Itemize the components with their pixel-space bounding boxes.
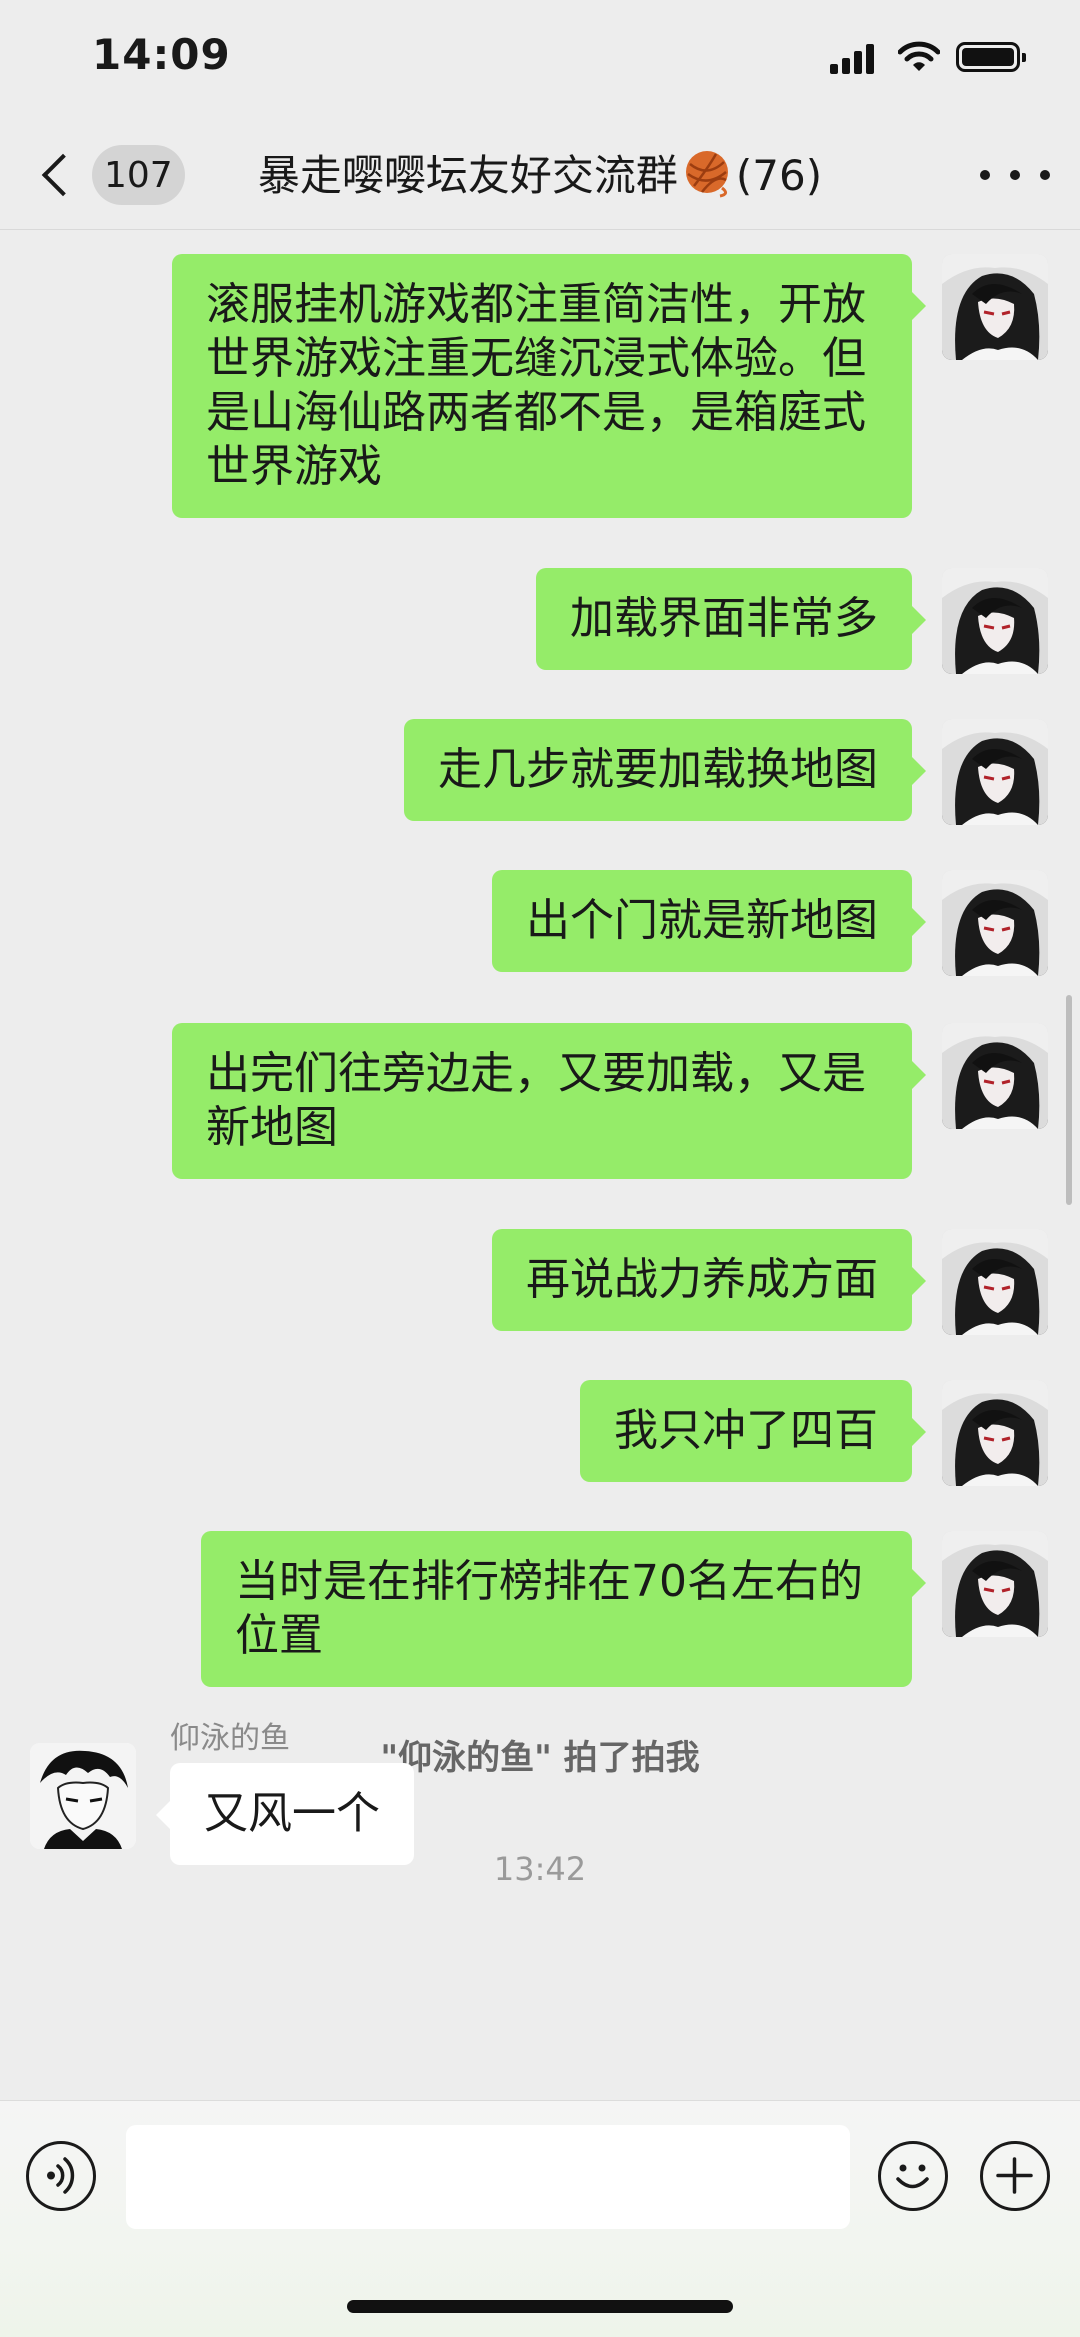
pat-notice: "仰泳的鱼" 拍了拍我 <box>0 1730 1080 1779</box>
message-outgoing: 走几步就要加载换地图 <box>404 719 1048 825</box>
status-bar: 14:09 <box>0 0 1080 120</box>
chevron-left-icon <box>41 153 85 197</box>
message-outgoing: 滚服挂机游戏都注重简洁性，开放世界游戏注重无缝沉浸式体验。但是山海仙路两者都不是… <box>172 254 1048 518</box>
pat-action: 拍了拍我 <box>551 1738 700 1778</box>
message-bubble[interactable]: 当时是在排行榜排在70名左右的位置 <box>201 1531 926 1687</box>
message-bubble[interactable]: 再说战力养成方面 <box>492 1229 926 1331</box>
my-avatar[interactable] <box>942 254 1048 360</box>
chat-title-text: 暴走嘤嘤坛友好交流群 <box>257 151 678 200</box>
my-avatar[interactable] <box>942 1229 1048 1335</box>
message-outgoing: 我只冲了四百 <box>580 1380 1048 1486</box>
signal-icon <box>830 44 874 74</box>
chat-title: 暴走嘤嘤坛友好交流群 (76) <box>180 146 900 206</box>
message-bubble[interactable]: 走几步就要加载换地图 <box>404 719 926 821</box>
ellipsis-dot <box>1040 170 1050 180</box>
ellipsis-icon <box>980 170 990 180</box>
emoji-button[interactable] <box>878 2141 948 2211</box>
plus-icon <box>996 2157 1033 2194</box>
my-avatar[interactable] <box>942 1380 1048 1486</box>
message-bubble[interactable]: 加载界面非常多 <box>536 568 926 670</box>
message-outgoing: 加载界面非常多 <box>536 568 1048 674</box>
ellipsis-dot <box>1010 170 1020 180</box>
voice-icon <box>47 2157 75 2194</box>
message-input[interactable] <box>126 2125 850 2229</box>
message-bubble-incoming[interactable]: 又风一个 <box>156 1763 414 1865</box>
my-avatar[interactable] <box>942 870 1048 976</box>
message-bubble[interactable]: 出完们往旁边走，又要加载，又是新地图 <box>172 1023 926 1179</box>
sender-avatar[interactable] <box>30 1743 136 1849</box>
back-button[interactable]: 107 <box>30 140 190 210</box>
message-timestamp: 13:42 <box>493 1850 587 1888</box>
yarn-ball-icon <box>682 148 732 198</box>
message-outgoing: 出完们往旁边走，又要加载，又是新地图 <box>172 1023 1048 1179</box>
message-bubble[interactable]: 滚服挂机游戏都注重简洁性，开放世界游戏注重无缝沉浸式体验。但是山海仙路两者都不是… <box>172 254 926 518</box>
my-avatar[interactable] <box>942 1023 1048 1129</box>
message-outgoing: 当时是在排行榜排在70名左右的位置 <box>201 1531 1048 1687</box>
my-avatar[interactable] <box>942 719 1048 825</box>
message-outgoing: 再说战力养成方面 <box>492 1229 1048 1335</box>
my-avatar[interactable] <box>942 1531 1048 1637</box>
sender-name: 仰泳的鱼 <box>170 1721 290 1756</box>
plus-button[interactable] <box>980 2141 1050 2211</box>
message-outgoing: 出个门就是新地图 <box>492 870 1048 976</box>
status-time: 14:09 <box>92 30 231 79</box>
unread-count-badge: 107 <box>92 145 185 205</box>
message-bubble[interactable]: 出个门就是新地图 <box>492 870 926 972</box>
message-bubble[interactable]: 我只冲了四百 <box>580 1380 926 1482</box>
wifi-icon <box>897 40 941 74</box>
more-options-button[interactable] <box>980 150 1050 200</box>
home-indicator[interactable] <box>347 2300 733 2313</box>
my-avatar[interactable] <box>942 568 1048 674</box>
battery-icon <box>956 42 1026 72</box>
scrollbar[interactable] <box>1066 995 1072 1205</box>
smiley-icon <box>896 2164 929 2189</box>
chat-header: 107 暴走嘤嘤坛友好交流群 (76) <box>0 120 1080 230</box>
member-count: (76) <box>735 151 823 200</box>
voice-button[interactable] <box>26 2141 96 2211</box>
